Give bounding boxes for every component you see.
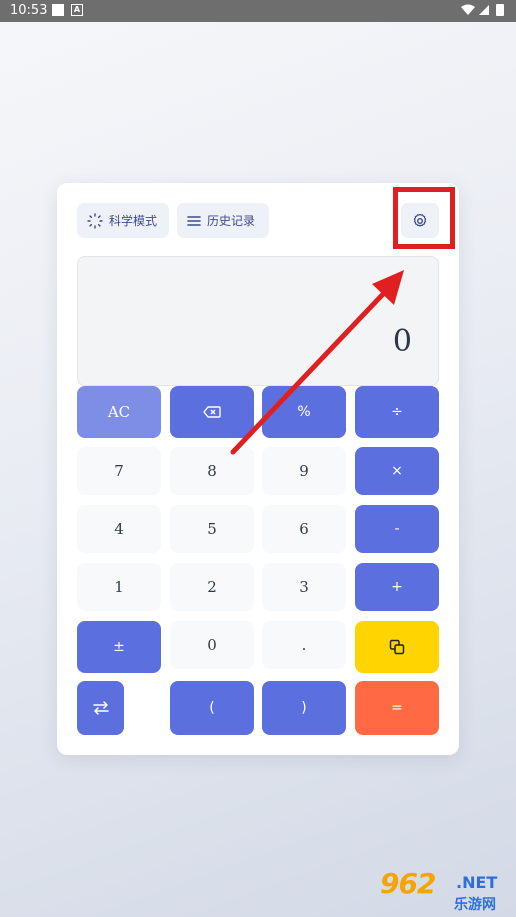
copy-icon xyxy=(389,639,405,655)
battery-charging-icon xyxy=(496,4,504,16)
key-5[interactable]: 5 xyxy=(170,505,254,553)
key-1[interactable]: 1 xyxy=(77,563,161,611)
key-0[interactable]: 0 xyxy=(170,621,254,669)
open-paren-button[interactable]: ( xyxy=(170,681,254,735)
watermark-main: 962 xyxy=(380,867,436,900)
equals-button[interactable]: = xyxy=(355,681,439,735)
clear-button[interactable]: AC xyxy=(77,386,161,438)
percent-button[interactable]: % xyxy=(262,386,346,438)
key-9[interactable]: 9 xyxy=(262,447,346,495)
scientific-mode-label: 科学模式 xyxy=(109,214,158,228)
key-3[interactable]: 3 xyxy=(262,563,346,611)
sign-toggle-button[interactable]: ± xyxy=(77,621,161,673)
watermark-suffix: .NET xyxy=(456,873,498,892)
swap-button[interactable] xyxy=(77,681,124,735)
minus-button[interactable]: - xyxy=(355,505,439,553)
notification-a-icon: A xyxy=(71,4,83,16)
swap-arrows-icon xyxy=(92,701,109,715)
notification-icon xyxy=(52,4,64,16)
history-button[interactable]: 历史记录 xyxy=(177,203,269,238)
display-value: 0 xyxy=(392,324,412,359)
status-icons xyxy=(460,3,508,21)
status-bar: 10:53 A xyxy=(0,0,516,22)
scientific-mode-icon xyxy=(87,212,103,229)
menu-lines-icon xyxy=(187,215,201,226)
divide-button[interactable]: ÷ xyxy=(355,386,439,438)
multiply-button[interactable]: × xyxy=(355,447,439,495)
cell-signal-icon xyxy=(479,5,489,15)
key-8[interactable]: 8 xyxy=(170,447,254,495)
key-6[interactable]: 6 xyxy=(262,505,346,553)
key-4[interactable]: 4 xyxy=(77,505,161,553)
scientific-mode-button[interactable]: 科学模式 xyxy=(77,203,169,238)
key-7[interactable]: 7 xyxy=(77,447,161,495)
calculator-card: 科学模式 历史记录 0 AC % ÷ 7 8 9 × 4 5 6 - 1 2 3… xyxy=(57,183,459,755)
wifi-icon xyxy=(461,4,475,15)
key-2[interactable]: 2 xyxy=(170,563,254,611)
watermark-sub: 乐游网 xyxy=(454,897,496,913)
backspace-button[interactable] xyxy=(170,386,254,438)
result-display: 0 xyxy=(77,256,439,386)
decimal-button[interactable]: . xyxy=(262,621,346,669)
status-time: 10:53 xyxy=(10,3,48,18)
backspace-icon xyxy=(203,406,221,418)
copy-button[interactable] xyxy=(355,621,439,673)
plus-button[interactable]: + xyxy=(355,563,439,611)
site-watermark: 962 .NET 乐游网 xyxy=(376,867,516,917)
history-label: 历史记录 xyxy=(207,214,256,228)
close-paren-button[interactable]: ) xyxy=(262,681,346,735)
highlight-box xyxy=(393,187,455,249)
